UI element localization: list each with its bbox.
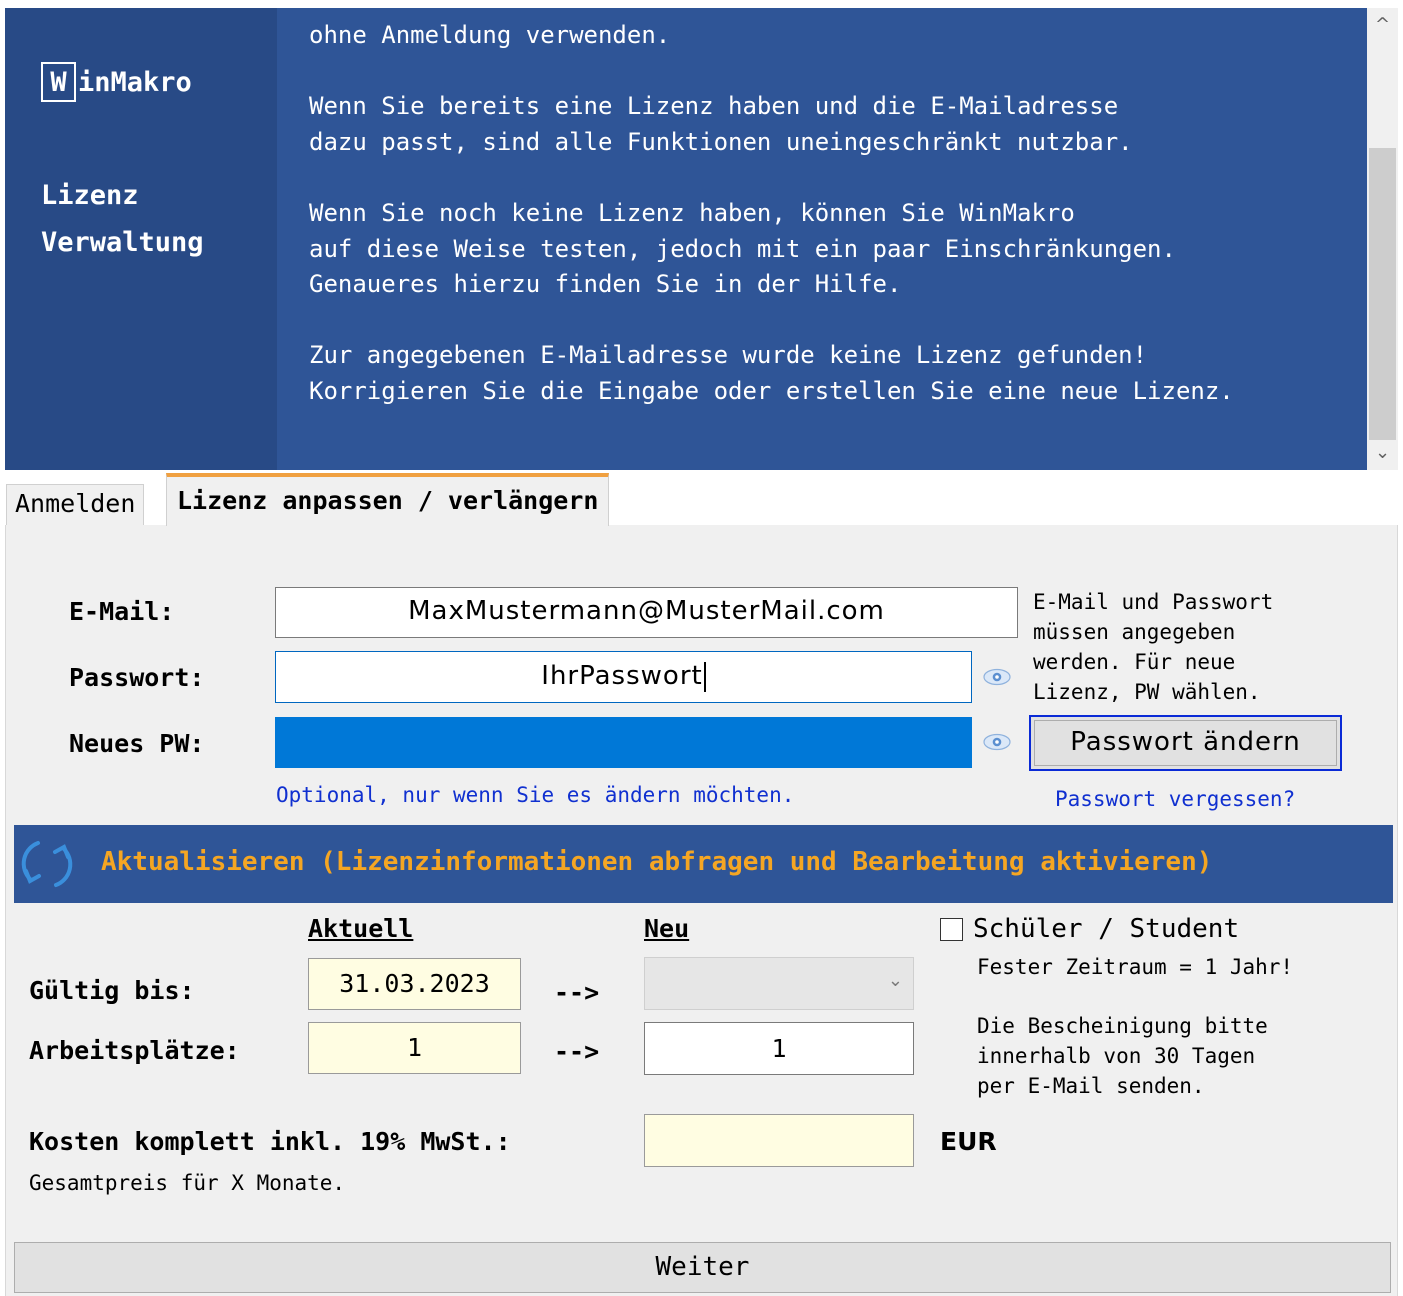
banner-sidebar: W inMakro Lizenz Verwaltung	[5, 8, 277, 470]
forgot-password-link[interactable]: Passwort vergessen?	[1055, 787, 1295, 811]
logo-letter-box: W	[41, 62, 76, 102]
banner-message: ohne Anmeldung verwenden. Wenn Sie berei…	[309, 21, 1234, 405]
new-valid-until-select[interactable]: ⌄	[644, 957, 914, 1010]
cost-value	[644, 1114, 914, 1167]
student-checkbox-label[interactable]: Schüler / Student	[973, 914, 1239, 944]
vertical-scrollbar[interactable]: ^ ⌄	[1367, 8, 1398, 470]
page-title-line2: Verwaltung	[41, 227, 204, 258]
change-password-button[interactable]: Passwort ändern	[1029, 715, 1342, 771]
password-value: IhrPasswort	[541, 661, 703, 691]
current-seats: 1	[308, 1022, 521, 1074]
password-label: Passwort:	[69, 663, 205, 692]
chevron-down-icon: ⌄	[887, 970, 903, 991]
scrollbar-thumb[interactable]	[1369, 148, 1396, 440]
license-panel: E-Mail: MaxMustermann@MusterMail.com Pas…	[5, 525, 1398, 1296]
tab-lizenz-anpassen[interactable]: Lizenz anpassen / verlängern	[166, 473, 610, 526]
app-logo: W inMakro	[41, 62, 192, 102]
refresh-button[interactable]: Aktualisieren (Lizenzinformationen abfra…	[14, 825, 1393, 903]
tab-anmelden[interactable]: Anmelden	[6, 484, 145, 526]
focus-border	[1034, 720, 1337, 766]
cost-currency: EUR	[940, 1127, 997, 1156]
chevron-down-icon[interactable]: ⌄	[1367, 436, 1398, 470]
valid-until-label: Gültig bis:	[29, 976, 195, 1005]
tab-strip: Anmelden Lizenz anpassen / verlängern	[0, 470, 1403, 526]
student-checkbox[interactable]	[940, 918, 963, 941]
info-banner: W inMakro Lizenz Verwaltung ohne Anmeldu…	[5, 8, 1367, 470]
text-caret	[703, 661, 706, 692]
current-valid-until: 31.03.2023	[308, 958, 521, 1010]
page-title-line1: Lizenz	[41, 180, 139, 211]
page-title: Lizenz Verwaltung	[41, 172, 204, 266]
credentials-hint: E-Mail und Passwort müssen angegeben wer…	[1033, 590, 1274, 704]
logo-text: inMakro	[78, 66, 192, 98]
new-column-header: Neu	[644, 914, 690, 943]
arrow-seats: -->	[554, 1037, 600, 1066]
seats-label: Arbeitsplätze:	[29, 1036, 240, 1065]
eye-icon[interactable]	[983, 668, 1011, 686]
email-label: E-Mail:	[69, 597, 175, 626]
new-password-field[interactable]	[275, 717, 972, 768]
current-column-header: Aktuell	[308, 914, 414, 943]
refresh-icon	[21, 841, 73, 887]
cost-note: Gesamtpreis für X Monate.	[29, 1171, 346, 1195]
password-field[interactable]: IhrPasswort	[275, 651, 972, 703]
chevron-up-icon[interactable]: ^	[1367, 8, 1398, 42]
arrow-valid: -->	[554, 978, 600, 1007]
new-password-label: Neues PW:	[69, 729, 205, 758]
student-note-period: Fester Zeitraum = 1 Jahr!	[977, 955, 1294, 979]
eye-icon[interactable]	[983, 733, 1011, 751]
cost-label: Kosten komplett inkl. 19% MwSt.:	[29, 1127, 511, 1156]
student-note-certificate: Die Bescheinigung bitte innerhalb von 30…	[977, 1014, 1268, 1098]
refresh-label: Aktualisieren (Lizenzinformationen abfra…	[101, 847, 1213, 877]
optional-hint: Optional, nur wenn Sie es ändern möchten…	[276, 783, 795, 807]
next-button[interactable]: Weiter	[14, 1242, 1391, 1293]
email-field[interactable]: MaxMustermann@MusterMail.com	[275, 587, 1018, 638]
new-seats-field[interactable]: 1	[644, 1022, 914, 1075]
